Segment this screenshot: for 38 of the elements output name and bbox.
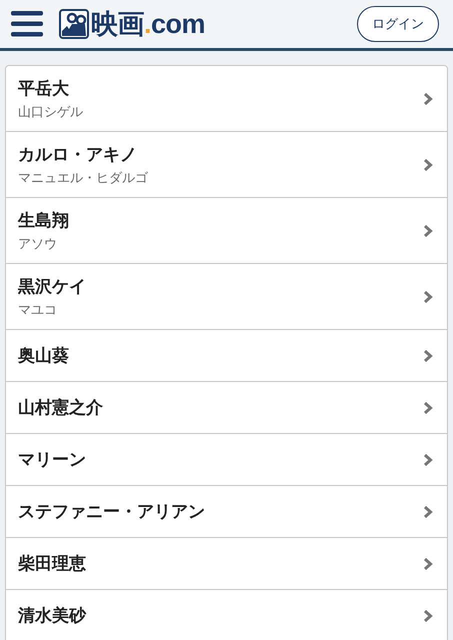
logo-text[interactable]: 映画.com bbox=[91, 6, 206, 42]
role-name: マユコ bbox=[18, 302, 58, 318]
chevron-right-icon bbox=[423, 348, 433, 362]
cast-row[interactable]: 山村憲之介 bbox=[6, 382, 447, 434]
actor-name: 平岳大 bbox=[18, 78, 70, 100]
actor-name: 奥山葵 bbox=[18, 345, 70, 367]
role-name: 山口シゲル bbox=[18, 104, 84, 120]
cast-row[interactable]: 奥山葵 bbox=[6, 330, 447, 382]
cast-row[interactable]: 柴田理恵 bbox=[6, 538, 447, 590]
actor-name: ステファニー・アリアン bbox=[18, 501, 206, 523]
cast-row[interactable]: マリーン bbox=[6, 434, 447, 486]
menu-icon[interactable] bbox=[11, 11, 43, 37]
camera-logo-icon bbox=[59, 9, 89, 39]
chevron-right-icon bbox=[423, 224, 433, 238]
login-button[interactable]: ログイン bbox=[357, 6, 439, 42]
actor-name: 生島翔 bbox=[18, 210, 70, 232]
actor-name: 清水美砂 bbox=[18, 605, 88, 627]
chevron-right-icon bbox=[423, 400, 433, 414]
chevron-right-icon bbox=[423, 556, 433, 570]
cast-row[interactable]: 生島翔 アソウ bbox=[6, 198, 447, 264]
chevron-right-icon bbox=[423, 158, 433, 172]
chevron-right-icon bbox=[423, 452, 433, 466]
actor-name: 柴田理恵 bbox=[18, 553, 87, 575]
cast-row[interactable]: 平岳大 山口シゲル bbox=[6, 66, 447, 132]
cast-row[interactable]: 黒沢ケイ マユコ bbox=[6, 264, 447, 330]
chevron-right-icon bbox=[423, 608, 433, 622]
role-name: マニュエル・ヒダルゴ bbox=[18, 170, 149, 186]
actor-name: マリーン bbox=[18, 449, 87, 471]
chevron-right-icon bbox=[423, 290, 433, 304]
cast-row[interactable]: 清水美砂 bbox=[6, 590, 447, 640]
chevron-right-icon bbox=[423, 92, 433, 106]
cast-row[interactable]: ステファニー・アリアン bbox=[6, 486, 447, 538]
role-name: アソウ bbox=[18, 236, 58, 252]
actor-name: 山村憲之介 bbox=[18, 397, 104, 419]
actor-name: 黒沢ケイ bbox=[18, 276, 87, 298]
actor-name: カルロ・アキノ bbox=[18, 144, 138, 166]
cast-row[interactable]: カルロ・アキノ マニュエル・ヒダルゴ bbox=[6, 132, 447, 198]
chevron-right-icon bbox=[423, 504, 433, 518]
